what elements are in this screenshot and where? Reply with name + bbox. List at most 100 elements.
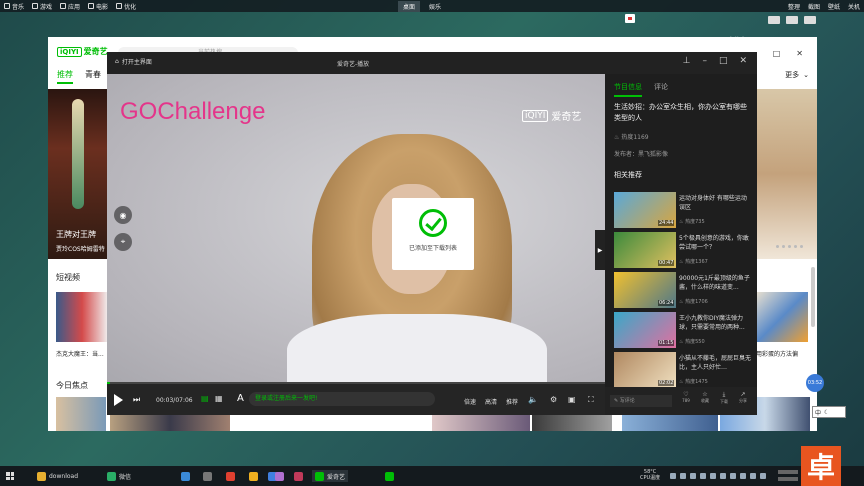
focus-thumb[interactable]: [56, 397, 106, 431]
optimize-menu[interactable]: 优化: [116, 2, 136, 11]
open-main-button[interactable]: ⌂ 打开主界面: [115, 57, 152, 66]
short-video-thumb[interactable]: [56, 292, 108, 342]
more-menu[interactable]: 更多 ⌄: [785, 70, 809, 80]
danmu-settings-icon[interactable]: ▦: [215, 394, 223, 403]
close-icon[interactable]: ✕: [796, 49, 803, 58]
optimize-icon: [116, 3, 123, 9]
fire-icon: ♨: [679, 379, 684, 385]
related-item[interactable]: 00:47 5个极具创意的游戏，你敢尝试哪一个？ ♨ 热度1367: [614, 232, 752, 268]
recommend-button[interactable]: 推荐: [506, 397, 518, 406]
volume-icon[interactable]: 🔈: [528, 395, 538, 404]
settings-icon[interactable]: ⚙: [550, 395, 557, 404]
tab-program-info[interactable]: 节目信息: [614, 82, 642, 97]
publisher[interactable]: 发布者：黑飞狐影像: [614, 149, 668, 158]
floating-timer[interactable]: 03:52: [806, 374, 824, 392]
taskbar-app[interactable]: download: [37, 470, 78, 482]
fullscreen-icon[interactable]: ⛶: [588, 395, 594, 405]
wallpaper-button[interactable]: 壁纸: [828, 2, 840, 11]
related-item[interactable]: 01:15 王小九教你DIY魔法弹力球，只需要常用的两种... ♨ 热度550: [614, 312, 752, 348]
music-menu[interactable]: 音乐: [4, 2, 24, 11]
tab-comments[interactable]: 评论: [654, 82, 668, 97]
date[interactable]: [778, 477, 798, 481]
entertainment-tab[interactable]: 娱乐: [424, 1, 446, 12]
taskbar-app[interactable]: [203, 470, 212, 482]
tray-minimize-icon[interactable]: [768, 16, 780, 24]
tray-close-icon[interactable]: [804, 16, 816, 24]
tab-recommend[interactable]: 推荐: [57, 69, 73, 84]
screenshot-button[interactable]: 截图: [808, 2, 820, 11]
clock[interactable]: [778, 470, 798, 474]
desktop-tab[interactable]: 桌面: [398, 0, 421, 12]
related-duration: 24:44: [658, 220, 675, 226]
danmu-style-icon[interactable]: A: [237, 393, 244, 404]
windows-start-icon[interactable]: [6, 472, 14, 480]
game-menu[interactable]: 游戏: [32, 2, 52, 11]
ime-indicator[interactable]: 中 ☾: [812, 406, 846, 418]
check-icon: [419, 209, 447, 237]
panel-footer: ✎ 写评论 ♡ 789 ☆ 收藏 ⤓ 下载 ↗ 分享: [605, 387, 757, 415]
banner-left[interactable]: 王牌对王牌 贾玲COS哈姆雷特: [48, 89, 108, 259]
like-button[interactable]: ♡ 789: [679, 391, 693, 403]
related-title: 小猫从不藤毛，屁屁巨臭无比，主人只好忙…: [679, 355, 752, 371]
carousel-dots[interactable]: [776, 245, 803, 248]
related-item[interactable]: 02:02 小猫从不藤毛，屁屁巨臭无比，主人只好忙… ♨ 热度1475: [614, 352, 752, 388]
minimize-icon[interactable]: –: [702, 56, 707, 66]
maximize-icon[interactable]: □: [773, 49, 781, 58]
pin-icon[interactable]: ⊥: [683, 56, 691, 66]
taskbar-app[interactable]: 微信: [107, 470, 131, 482]
system-tray[interactable]: [670, 473, 766, 479]
app-icon: [60, 3, 67, 9]
banner-subtitle: 贾玲COS哈姆雷特: [56, 246, 105, 253]
share-icon: ↗: [740, 391, 746, 398]
share-button[interactable]: ↗ 分享: [736, 391, 750, 404]
danmu-toggle-icon[interactable]: ▤: [201, 394, 209, 403]
taskbar-app[interactable]: [294, 470, 303, 482]
progress-bar[interactable]: [107, 382, 605, 384]
scrollbar[interactable]: [811, 267, 815, 327]
app-menu[interactable]: 应用: [60, 2, 80, 11]
taskbar-app[interactable]: [385, 470, 394, 482]
video-area[interactable]: GOChallenge iQIYI 爱奇艺 ◉ ⌖ 已添加至下载列表 ▶: [107, 74, 605, 382]
movie-menu[interactable]: 电影: [88, 2, 108, 11]
iqiyi-watermark: iQIYI 爱奇艺: [522, 108, 581, 123]
tray-maximize-icon[interactable]: [786, 16, 798, 24]
app-icon: [107, 471, 116, 481]
related-heat: ♨ 热度550: [679, 339, 705, 345]
right-video-thumb[interactable]: [756, 292, 808, 342]
right-video-caption: 用彩蛋的方法偏: [756, 351, 799, 358]
close-icon[interactable]: ✕: [739, 56, 747, 66]
banner-title: 王牌对王牌: [56, 230, 96, 239]
player-title: 爱奇艺-播放: [337, 61, 370, 68]
fire-icon: ♨: [679, 339, 684, 345]
today-focus-title: 今日焦点: [56, 381, 88, 390]
banner-right[interactable]: [757, 89, 817, 259]
taskbar-app[interactable]: [226, 470, 235, 482]
tshirt-icon[interactable]: [625, 14, 635, 23]
quality-button[interactable]: 高清: [485, 397, 497, 406]
taskbar-app[interactable]: 爱奇艺: [312, 470, 349, 482]
taskbar-app[interactable]: [181, 470, 190, 482]
tab-youth[interactable]: 青春: [85, 69, 101, 84]
maximize-icon[interactable]: □: [719, 56, 728, 66]
comment-input[interactable]: ✎ 写评论: [610, 395, 672, 407]
taskbar-app[interactable]: [275, 470, 284, 482]
download-button[interactable]: ⤓ 下载: [717, 391, 731, 405]
danmu-input[interactable]: 登录或注册后来一发吧!: [249, 392, 435, 406]
ai-recognize-icon[interactable]: ⌖: [114, 233, 132, 251]
related-heat: ♨ 热度735: [679, 219, 705, 225]
iqiyi-logo: iQIYI 爱奇艺: [57, 46, 108, 57]
taskbar-app[interactable]: [249, 470, 258, 482]
shutdown-button[interactable]: 关机: [848, 2, 860, 11]
play-icon[interactable]: [114, 394, 123, 406]
music-icon: [4, 3, 10, 9]
moon-icon: ☾: [824, 408, 830, 416]
next-icon[interactable]: ⏭: [133, 395, 140, 405]
camera-icon[interactable]: ◉: [114, 206, 132, 224]
organize-button[interactable]: 整理: [788, 2, 800, 11]
favorite-button[interactable]: ☆ 收藏: [698, 391, 712, 404]
related-item[interactable]: 24:44 运动对身体好 有哪些运动误区 ♨ 热度735: [614, 192, 752, 228]
panel-collapse-button[interactable]: ▶: [595, 230, 605, 270]
related-item[interactable]: 06:24 90000元1斤最顶级的鱼子酱，什么样的味道变... ♨ 热度1706: [614, 272, 752, 308]
pip-icon[interactable]: ▣: [568, 395, 576, 404]
speed-button[interactable]: 倍速: [464, 397, 476, 406]
